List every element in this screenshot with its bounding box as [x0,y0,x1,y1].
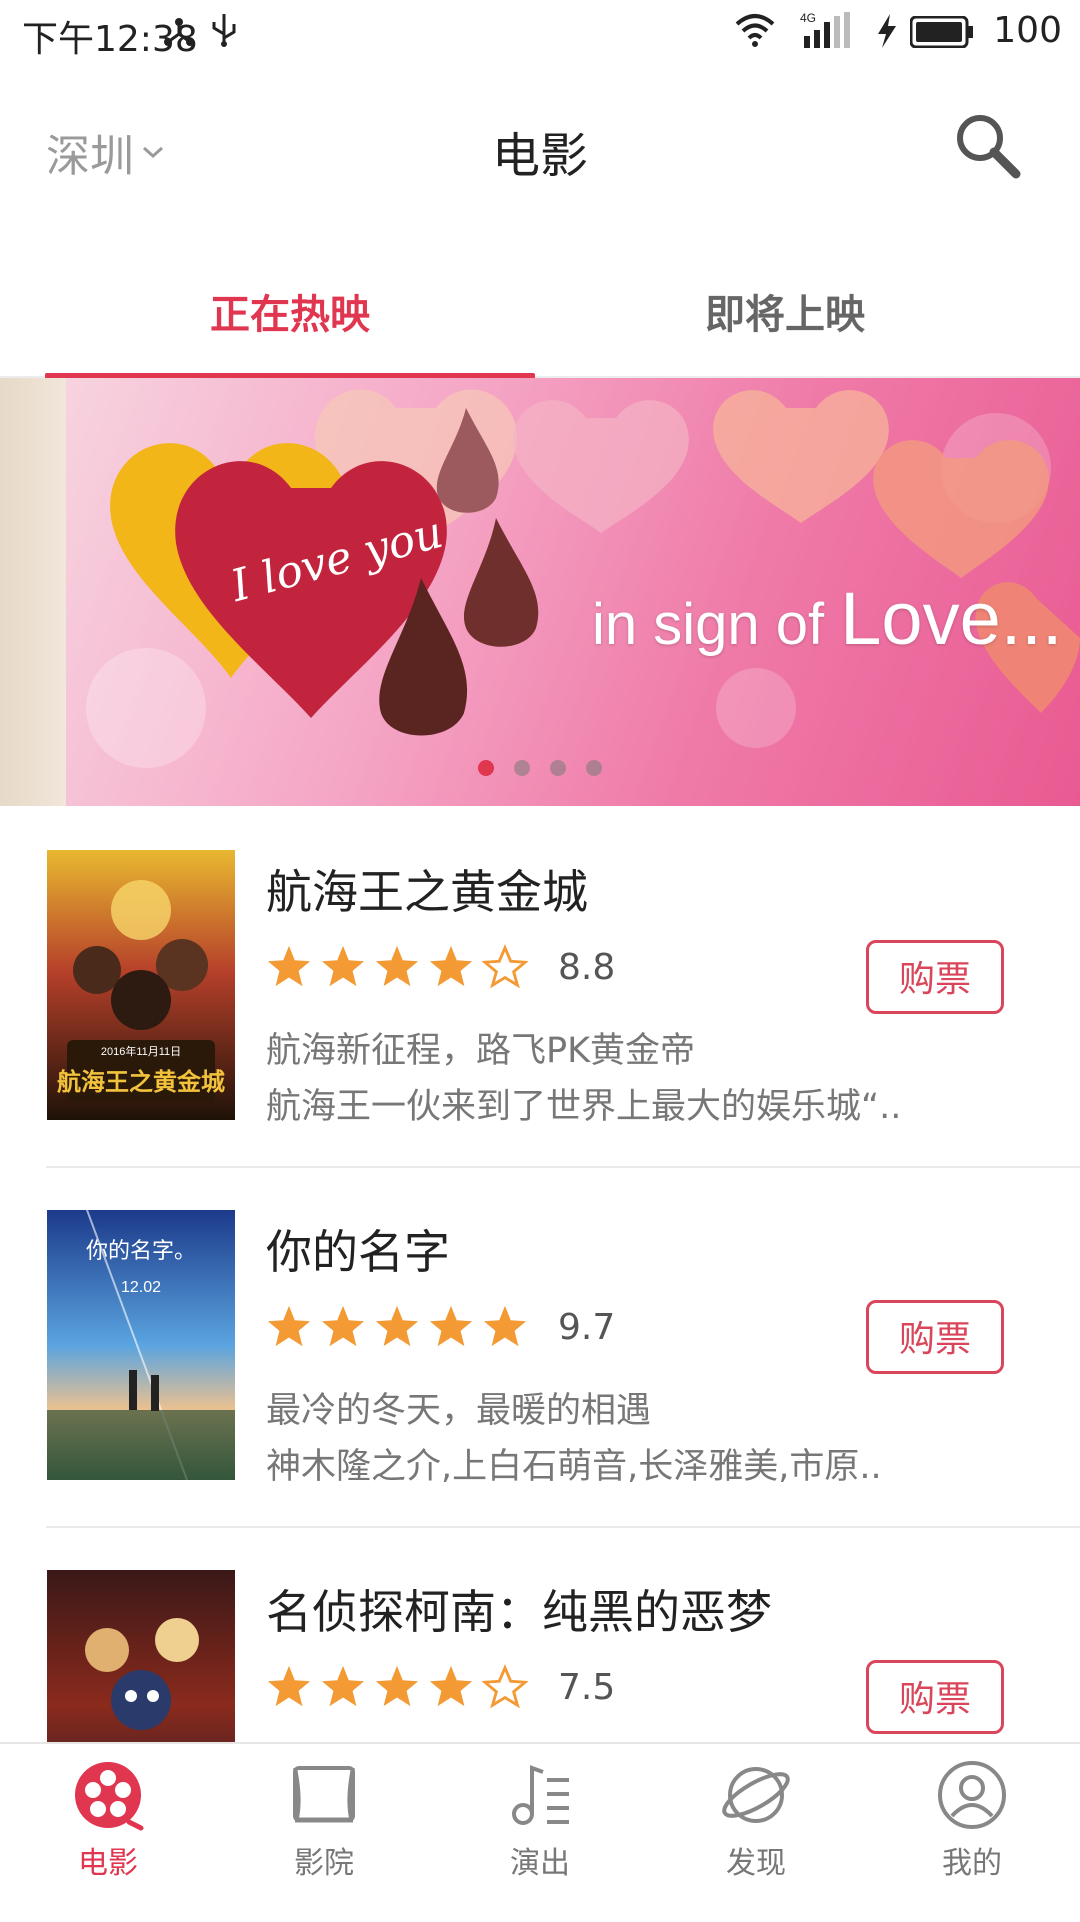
svg-text:4G: 4G [800,11,816,25]
tab-coming-soon[interactable]: 即将上映 [540,282,1030,340]
movie-score: 8.8 [558,946,616,988]
svg-text:2016年11月11日: 2016年11月11日 [101,1044,181,1058]
movie-title[interactable]: 你的名字 [266,1216,450,1282]
movie-rating: 8.8 [266,944,615,990]
banner-previous-slide [0,378,66,806]
movie-poster[interactable]: 2016年11月11日 航海王之黄金城 [47,850,235,1120]
star-full-icon [321,945,365,987]
carousel-dot-active[interactable] [478,760,494,776]
movie-score: 7.5 [558,1666,616,1708]
status-bar: 下午12:38 4G 100 [0,0,1080,64]
star-full-icon [429,1665,473,1707]
carousel-indicator [0,760,1080,780]
buy-ticket-button[interactable]: 购票 [866,940,1004,1014]
movie-title[interactable]: 名侦探柯南：纯黑的恶梦 [266,1576,772,1642]
charging-icon [878,14,896,48]
user-icon [938,1761,1006,1829]
promo-banner[interactable]: I love you in sign of Love... [0,378,1080,806]
nav-item-shows[interactable]: 演出 [432,1758,648,1882]
carousel-dot[interactable] [550,760,566,776]
nav-item-profile[interactable]: 我的 [864,1758,1080,1882]
star-full-icon [483,1305,527,1347]
star-full-icon [429,945,473,987]
movie-item[interactable]: 2016年11月11日 航海王之黄金城 航海王之黄金城 8.8 航海新征程，路飞… [0,808,1080,1168]
star-full-icon [267,945,311,987]
banner-slide: I love you in sign of Love... [66,378,1080,806]
star-full-icon [375,1305,419,1347]
svg-text:航海王之黄金城: 航海王之黄金城 [57,1068,225,1096]
tab-now-showing[interactable]: 正在热映 [45,282,535,340]
star-full-icon [375,1665,419,1707]
nav-label: 演出 [510,1846,570,1881]
film-reel-icon [75,1762,144,1831]
banner-caption-small: in sign of [592,592,825,657]
movie-tagline: 最冷的冬天，最暖的相遇 [266,1391,652,1431]
your-name-poster-image: 你的名字。 12.02 [47,1210,235,1480]
battery-icon [910,16,973,48]
nav-item-movies[interactable]: 电影 [0,1758,216,1882]
star-full-icon [321,1305,365,1347]
banner-caption: in sign of Love... [592,576,1062,661]
movie-description: 神木隆之介,上白石萌音,长泽雅美,市原.. [266,1447,882,1487]
buy-ticket-button[interactable]: 购票 [866,1300,1004,1374]
cell-signal-icon: 4G [800,11,850,48]
movie-poster[interactable]: 你的名字。 12.02 [47,1210,235,1480]
movie-title[interactable]: 航海王之黄金城 [266,856,588,922]
svg-text:12.02: 12.02 [121,1279,161,1296]
music-note-icon [512,1765,569,1825]
banner-caption-big: Love... [840,577,1063,660]
movie-tagline: 航海新征程，路飞PK黄金帝 [266,1031,696,1071]
wifi-icon [735,14,775,47]
nav-label: 我的 [942,1846,1002,1881]
movie-score: 9.7 [558,1306,616,1348]
movie-description: 航海王一伙来到了世界上最大的娱乐城“.. [266,1087,902,1127]
search-icon[interactable] [952,110,1024,182]
nav-label: 发现 [726,1846,786,1881]
nav-item-discover[interactable]: 发现 [648,1758,864,1882]
star-empty-icon [482,944,528,989]
nav-item-cinemas[interactable]: 影院 [216,1758,432,1882]
one-piece-poster-image: 2016年11月11日 航海王之黄金城 [47,850,235,1120]
page-title: 电影 [491,128,588,184]
star-full-icon [321,1665,365,1707]
star-empty-icon [482,1664,528,1709]
planet-icon [722,1767,790,1823]
carousel-dot[interactable] [586,760,602,776]
movie-rating: 9.7 [266,1304,615,1350]
movie-rating: 7.5 [266,1664,615,1710]
movie-list: 2016年11月11日 航海王之黄金城 航海王之黄金城 8.8 航海新征程，路飞… [0,808,1080,1888]
star-full-icon [267,1305,311,1347]
movie-item[interactable]: 你的名字。 12.02 你的名字 9.7 最冷的冬天，最暖的相遇 神木隆之介,上… [0,1168,1080,1528]
usb-icon [212,14,236,47]
theater-icon [293,1766,355,1823]
app-header: 深圳 电影 [0,64,1080,234]
bottom-navigation: 电影 影院 演出 发现 我的 [0,1742,1080,1922]
star-full-icon [267,1665,311,1707]
svg-text:你的名字。: 你的名字。 [86,1239,196,1264]
nav-label: 电影 [78,1846,138,1881]
star-full-icon [429,1305,473,1347]
nav-label: 影院 [294,1846,354,1881]
star-full-icon [375,945,419,987]
buy-ticket-button[interactable]: 购票 [866,1660,1004,1734]
share-icon [164,18,194,46]
carousel-dot[interactable] [514,760,530,776]
movie-tabs: 正在热映 即将上映 [0,234,1080,379]
battery-level: 100 [993,10,1062,51]
